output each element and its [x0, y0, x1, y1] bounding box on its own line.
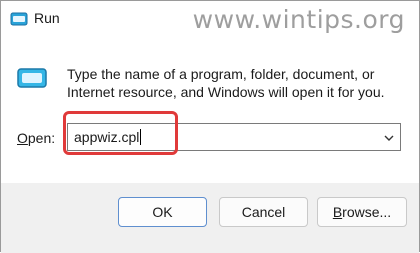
title-bar: Run www.wintips.org	[1, 1, 419, 37]
instructions-text: Type the name of a program, folder, docu…	[67, 66, 385, 100]
run-app-icon	[17, 68, 47, 88]
run-icon	[10, 12, 28, 26]
watermark: www.wintips.org	[192, 5, 405, 34]
window-title: Run	[34, 10, 60, 26]
open-label-accel: O	[17, 130, 28, 146]
dialog-body: Type the name of a program, folder, docu…	[1, 37, 419, 183]
browse-rest: rowse...	[342, 204, 392, 220]
browse-accel: B	[332, 204, 343, 220]
open-label-rest: pen:	[27, 130, 56, 146]
run-dialog: Run www.wintips.org Type the name of a p…	[0, 0, 420, 253]
ok-button[interactable]: OK	[118, 197, 207, 227]
annotation-highlight-box	[63, 111, 178, 155]
chevron-down-icon[interactable]	[384, 133, 394, 143]
cancel-button[interactable]: Cancel	[219, 197, 308, 227]
browse-button[interactable]: Browse...	[317, 197, 407, 227]
open-label: Open:	[17, 130, 55, 146]
